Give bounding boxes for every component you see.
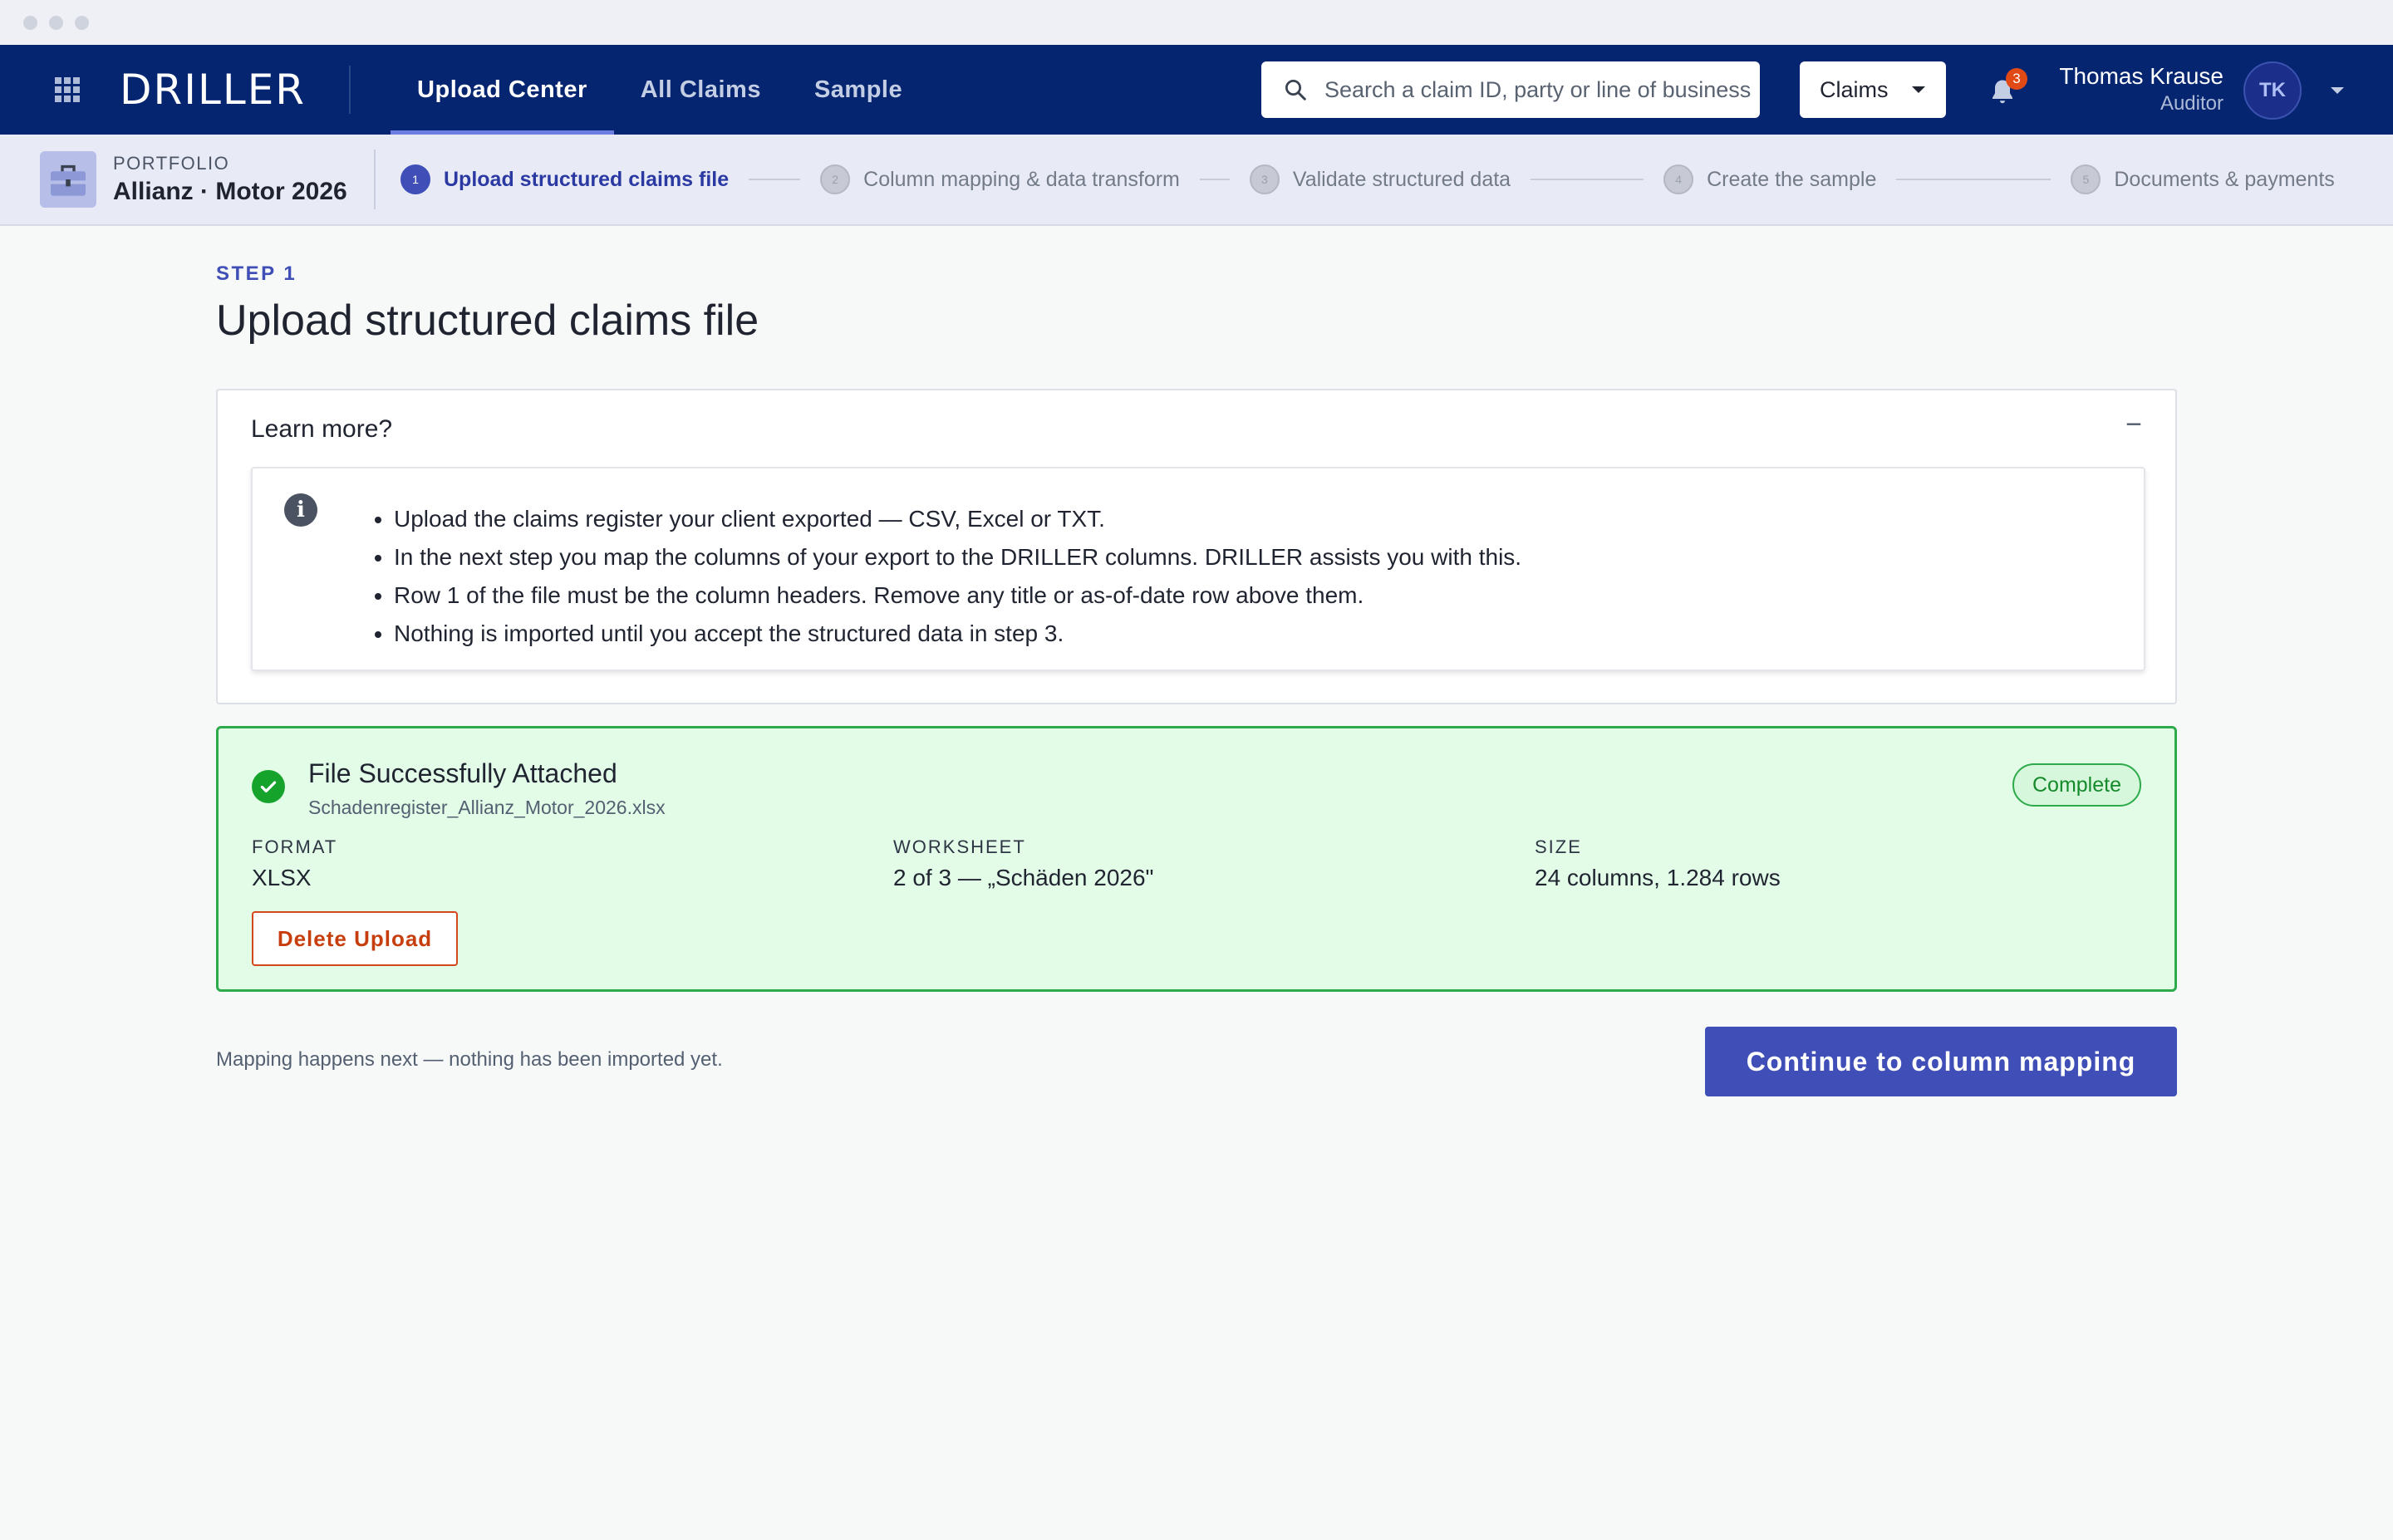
app-logo[interactable]: DRILLER (120, 66, 306, 114)
meta-value: 2 of 3 — „Schäden 2026" (893, 865, 1154, 890)
wizard-steps: 1 Upload structured claims file 2 Column… (400, 135, 2335, 224)
user-name: Thomas Krause (2059, 63, 2223, 89)
avatar[interactable]: TK (2243, 61, 2302, 120)
main-content: STEP 1 Upload structured claims file Lea… (216, 262, 2177, 1096)
delete-upload-button[interactable]: Delete Upload (252, 911, 458, 966)
user-menu-chevron-icon[interactable] (2331, 87, 2344, 94)
tab-upload-center[interactable]: Upload Center (391, 45, 614, 135)
step-label: Upload structured claims file (444, 167, 730, 191)
step-create-sample[interactable]: 4 Create the sample (1663, 164, 1876, 194)
meta-format: FORMAT XLSX (252, 836, 337, 891)
info-bullet: In the next step you map the columns of … (394, 538, 1521, 576)
step-number: 5 (2071, 164, 2101, 194)
upload-success-card: File Successfully Attached Schadenregist… (216, 726, 2177, 992)
step-validate[interactable]: 3 Validate structured data (1249, 164, 1511, 194)
wizard-stepbar: PORTFOLIO Allianz · Motor 2026 1 Upload … (0, 135, 2393, 226)
portfolio-context: PORTFOLIO Allianz · Motor 2026 (113, 153, 347, 206)
check-circle-icon (252, 770, 285, 803)
step-documents-payments[interactable]: 5 Documents & payments (2071, 164, 2335, 194)
step-label: Create the sample (1707, 167, 1877, 191)
briefcase-icon (40, 151, 96, 208)
step-column-mapping[interactable]: 2 Column mapping & data transform (820, 164, 1180, 194)
user-info[interactable]: Thomas Krause Auditor (2059, 61, 2223, 116)
window-minimize-dot[interactable] (49, 15, 63, 30)
meta-label: SIZE (1535, 836, 1582, 857)
info-icon: i (284, 493, 317, 527)
user-role: Auditor (2160, 92, 2223, 115)
learn-more-toggle[interactable]: Learn more? (251, 415, 392, 444)
step-connector (1531, 179, 1644, 180)
status-badge: Complete (2012, 763, 2141, 807)
search-input[interactable] (1324, 76, 1757, 103)
meta-value: 24 columns, 1.284 rows (1535, 865, 1781, 890)
nav-tabs: Upload Center All Claims Sample (391, 45, 929, 135)
nav-divider (349, 66, 351, 114)
step-number: 4 (1663, 164, 1694, 194)
step-label: Column mapping & data transform (863, 167, 1180, 191)
step-number: 1 (400, 164, 430, 194)
meta-value: XLSX (252, 865, 312, 890)
collapse-icon[interactable]: − (2125, 409, 2142, 441)
footer-note: Mapping happens next — nothing has been … (216, 1048, 723, 1071)
info-bullet: Row 1 of the file must be the column hea… (394, 576, 1521, 615)
step-number: 3 (1249, 164, 1280, 194)
portfolio-name: Allianz · Motor 2026 (113, 178, 347, 205)
continue-button[interactable]: Continue to column mapping (1705, 1027, 2177, 1096)
tab-all-claims[interactable]: All Claims (614, 45, 788, 135)
search-icon (1285, 80, 1306, 101)
scope-dropdown-value: Claims (1820, 76, 1889, 102)
step-number: 2 (820, 164, 851, 194)
search-box (1261, 61, 1760, 118)
upload-status-title: File Successfully Attached (308, 758, 617, 788)
meta-label: WORKSHEET (893, 836, 1026, 857)
step-connector (749, 179, 801, 180)
stepbar-divider (374, 150, 376, 209)
meta-worksheet: WORKSHEET 2 of 3 — „Schäden 2026" (893, 836, 1153, 891)
app-grid-icon[interactable] (55, 77, 80, 102)
scope-dropdown[interactable]: Claims (1800, 61, 1946, 118)
window-close-dot[interactable] (23, 15, 37, 30)
uploaded-filename: Schadenregister_Allianz_Motor_2026.xlsx (308, 797, 666, 818)
page-title: Upload structured claims file (216, 297, 759, 345)
step-upload[interactable]: 1 Upload structured claims file (400, 164, 729, 194)
meta-size: SIZE 24 columns, 1.284 rows (1535, 836, 1781, 891)
learn-more-panel: Learn more? − i Upload the claims regist… (216, 389, 2177, 704)
info-list: Upload the claims register your client e… (394, 500, 1521, 653)
step-label: Validate structured data (1292, 167, 1511, 191)
step-connector (1199, 179, 1230, 180)
portfolio-label: PORTFOLIO (113, 153, 230, 174)
notification-count-badge: 3 (2006, 68, 2027, 90)
chevron-down-icon (1911, 86, 1925, 93)
info-box: i Upload the claims register your client… (251, 467, 2145, 671)
step-kicker: STEP 1 (216, 262, 297, 285)
tab-sample[interactable]: Sample (788, 45, 929, 135)
top-navigation: DRILLER Upload Center All Claims Sample … (0, 45, 2393, 135)
meta-label: FORMAT (252, 836, 338, 857)
window-chrome (0, 0, 2393, 45)
info-bullet: Nothing is imported until you accept the… (394, 615, 1521, 653)
step-label: Documents & payments (2114, 167, 2335, 191)
notifications-button[interactable]: 3 (1988, 68, 2027, 106)
window-maximize-dot[interactable] (75, 15, 89, 30)
step-connector (1896, 179, 2051, 180)
info-bullet: Upload the claims register your client e… (394, 500, 1521, 538)
